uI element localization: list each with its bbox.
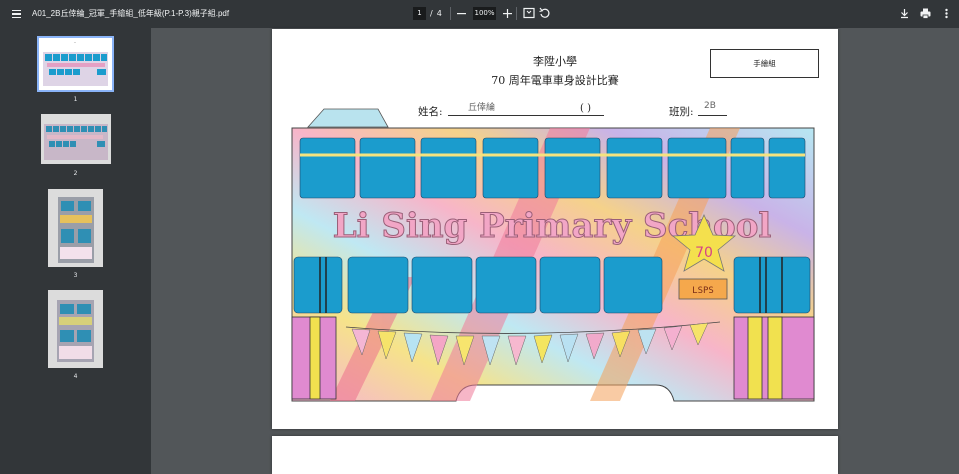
- page-number-input[interactable]: 1: [413, 7, 426, 20]
- viewer-toolbar: A01_2B丘倖綸_冠軍_手繪組_低年級(P.1-P.3)親子組.pdf 1 /…: [0, 0, 959, 28]
- toolbar-divider: [450, 7, 451, 20]
- print-icon[interactable]: [919, 7, 932, 20]
- thumbnail-image: ---: [43, 42, 108, 86]
- page-separator: /: [430, 9, 433, 18]
- rotate-icon[interactable]: [539, 7, 551, 19]
- thumbnail-image: [48, 290, 103, 368]
- zoom-input[interactable]: 100%: [473, 7, 496, 20]
- thumbnail-label-3: 3: [73, 272, 78, 279]
- download-icon[interactable]: [898, 7, 911, 20]
- tram-roof-vent: [307, 108, 389, 128]
- more-vert-icon[interactable]: [940, 7, 953, 20]
- thumbnail-label-2: 2: [73, 170, 78, 177]
- page-thumbnail-3[interactable]: [48, 189, 103, 267]
- toolbar-actions: [898, 7, 953, 20]
- thumbnail-sidebar: --- 1 2 3 4: [0, 28, 151, 474]
- toolbar-divider: [516, 7, 517, 20]
- page-thumbnail-1[interactable]: ---: [37, 36, 114, 92]
- page-thumbnail-4[interactable]: [48, 290, 103, 368]
- lsps-text: LSPS: [692, 286, 714, 296]
- page-indicator: 1 / 4: [413, 7, 442, 20]
- thumbnail-label-4: 4: [73, 373, 78, 380]
- page-thumbnail-2[interactable]: [41, 114, 111, 164]
- zoom-controls: 100%: [455, 7, 514, 20]
- tram-drawing: Li Sing Primary School 70 LSPS: [291, 108, 815, 402]
- category-box: 手繪組: [710, 49, 819, 78]
- fit-page-icon[interactable]: [523, 7, 535, 19]
- thumbnail-image: [41, 114, 111, 164]
- menu-icon[interactable]: [8, 6, 24, 22]
- document-title: A01_2B丘倖綸_冠軍_手繪組_低年級(P.1-P.3)親子組.pdf: [32, 9, 230, 18]
- total-pages: 4: [436, 9, 442, 18]
- star-number: 70: [695, 245, 713, 261]
- zoom-out-icon[interactable]: [455, 7, 468, 20]
- thumbnail-image: [48, 189, 103, 267]
- svg-text:---: ---: [74, 42, 76, 44]
- pdf-page-2: [272, 436, 838, 474]
- zoom-in-icon[interactable]: [501, 7, 514, 20]
- thumbnail-label-1: 1: [73, 96, 78, 103]
- pdf-page-1: 李陞小學 70 周年電車車身設計比賽 手繪組 姓名: 丘倖綸 ( ) 班別: 2…: [272, 29, 838, 429]
